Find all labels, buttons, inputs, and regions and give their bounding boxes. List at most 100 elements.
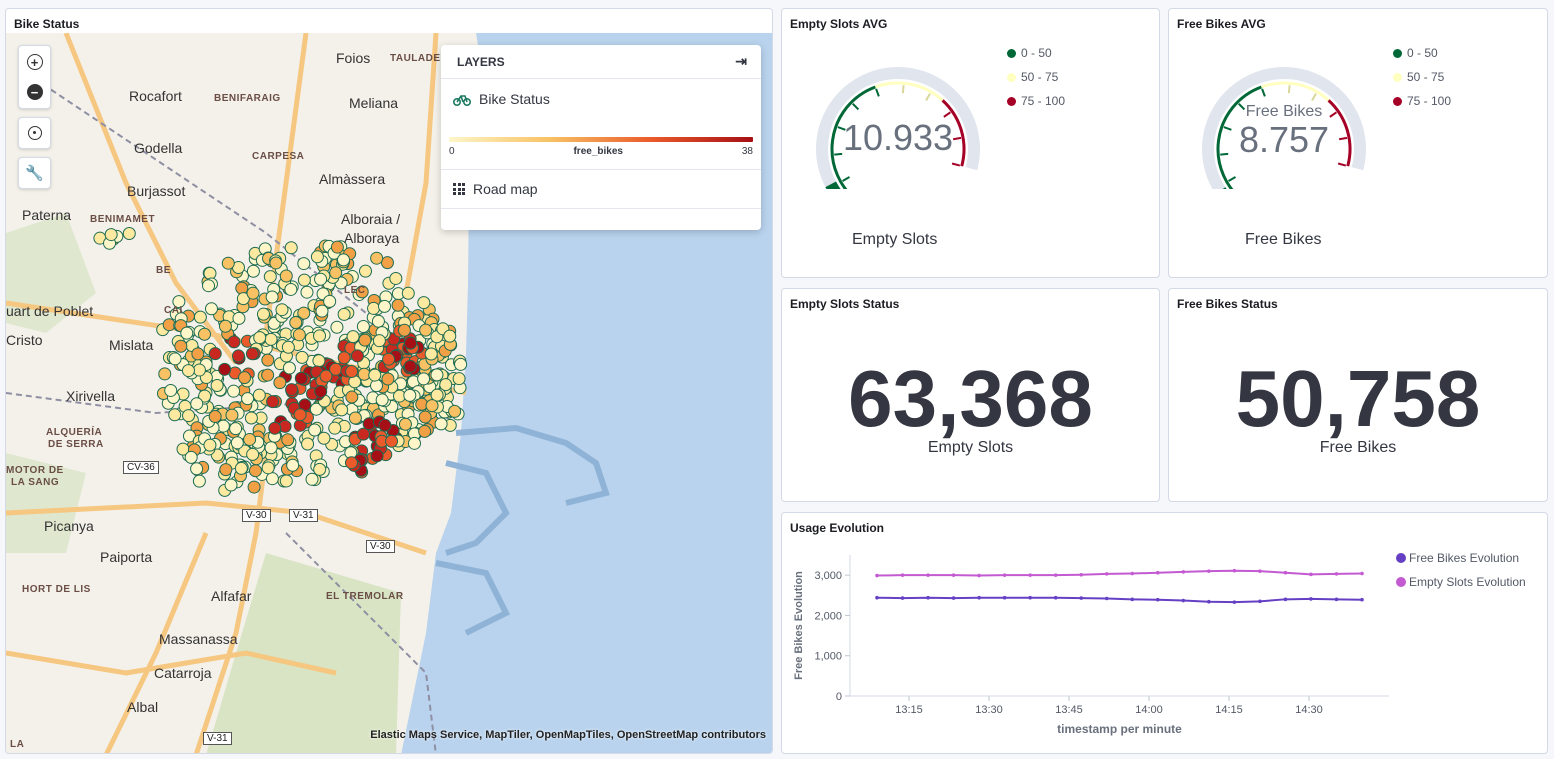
- bike-station-marker[interactable]: [323, 294, 337, 308]
- bike-station-marker[interactable]: [358, 333, 372, 347]
- data-point[interactable]: [1334, 597, 1339, 602]
- bike-station-marker[interactable]: [246, 447, 260, 461]
- bike-station-marker[interactable]: [266, 395, 280, 409]
- bike-station-marker[interactable]: [398, 417, 412, 431]
- bike-station-marker[interactable]: [264, 441, 278, 455]
- bike-station-marker[interactable]: [418, 424, 432, 438]
- bike-station-marker[interactable]: [232, 311, 246, 325]
- bike-station-marker[interactable]: [370, 449, 384, 463]
- data-point[interactable]: [875, 595, 879, 600]
- legend-label[interactable]: Free Bikes Evolution: [1409, 551, 1519, 565]
- data-point[interactable]: [1207, 599, 1211, 604]
- data-point[interactable]: [1309, 597, 1313, 601]
- bike-station-marker[interactable]: [265, 472, 279, 486]
- data-point[interactable]: [1028, 573, 1032, 577]
- bike-station-marker[interactable]: [181, 364, 195, 378]
- layer-item-bike-status[interactable]: Bike Status: [441, 79, 761, 119]
- bike-station-marker[interactable]: [292, 328, 306, 342]
- bike-station-marker[interactable]: [297, 273, 311, 287]
- bike-station-marker[interactable]: [358, 264, 372, 278]
- zoom-in-icon[interactable]: +: [26, 54, 43, 70]
- bike-station-marker[interactable]: [238, 371, 252, 385]
- bike-station-marker[interactable]: [314, 272, 328, 286]
- bike-station-marker[interactable]: [346, 330, 360, 344]
- data-point[interactable]: [1309, 572, 1313, 577]
- bike-station-marker[interactable]: [452, 372, 466, 386]
- bike-station-marker[interactable]: [253, 331, 267, 345]
- data-point[interactable]: [1283, 597, 1288, 602]
- locate-button[interactable]: [18, 117, 51, 149]
- bike-station-marker[interactable]: [391, 298, 405, 312]
- bike-station-marker[interactable]: [397, 323, 411, 337]
- bike-station-marker[interactable]: [389, 271, 403, 285]
- legend-item[interactable]: 50 - 75: [1393, 65, 1451, 89]
- bike-station-marker[interactable]: [227, 384, 241, 398]
- bike-station-marker[interactable]: [231, 349, 245, 363]
- bike-station-marker[interactable]: [210, 379, 224, 393]
- bike-station-marker[interactable]: [337, 307, 351, 321]
- legend-swatch[interactable]: [1396, 553, 1406, 563]
- data-point[interactable]: [1258, 599, 1262, 604]
- bike-station-marker[interactable]: [234, 461, 248, 475]
- bike-station-marker[interactable]: [256, 307, 270, 321]
- bike-station-marker[interactable]: [319, 369, 333, 383]
- bike-station-marker[interactable]: [246, 286, 260, 300]
- bike-station-marker[interactable]: [218, 362, 232, 376]
- data-point[interactable]: [1079, 572, 1084, 577]
- usage-line-chart[interactable]: 0 1,000 2,000 3,000 13:15 13:30 13:45 14:00 14:1…: [782, 513, 1548, 754]
- legend-swatch[interactable]: [1396, 577, 1406, 587]
- bike-station-marker[interactable]: [275, 303, 289, 317]
- data-point[interactable]: [1155, 597, 1160, 602]
- bike-station-marker[interactable]: [372, 334, 386, 348]
- bike-station-marker[interactable]: [208, 347, 222, 361]
- bike-station-marker[interactable]: [289, 315, 303, 329]
- bike-station-marker[interactable]: [443, 329, 457, 343]
- bike-station-marker[interactable]: [279, 269, 293, 283]
- bike-station-marker[interactable]: [202, 279, 216, 293]
- bike-station-marker[interactable]: [419, 323, 433, 337]
- bike-station-marker[interactable]: [403, 359, 417, 373]
- bike-station-marker[interactable]: [345, 390, 359, 404]
- data-point[interactable]: [1130, 597, 1135, 602]
- bike-station-marker[interactable]: [164, 383, 178, 397]
- layer-item-road-map[interactable]: Road map: [441, 170, 761, 208]
- data-point[interactable]: [977, 595, 981, 600]
- bike-station-marker[interactable]: [273, 376, 287, 390]
- bike-station-marker[interactable]: [248, 464, 262, 478]
- bike-station-marker[interactable]: [295, 350, 309, 364]
- bike-station-marker[interactable]: [286, 458, 300, 472]
- tools-button[interactable]: 🔧: [18, 157, 51, 189]
- bike-station-marker[interactable]: [219, 463, 233, 477]
- bike-station-marker[interactable]: [367, 301, 381, 315]
- bike-station-marker[interactable]: [328, 421, 342, 435]
- bike-station-marker[interactable]: [229, 422, 243, 436]
- bike-station-marker[interactable]: [225, 408, 239, 422]
- bike-station-marker[interactable]: [308, 423, 322, 437]
- legend-item[interactable]: 0 - 50: [1007, 41, 1065, 65]
- bike-station-marker[interactable]: [300, 285, 314, 299]
- bike-station-marker[interactable]: [404, 336, 418, 350]
- data-point[interactable]: [1155, 570, 1160, 575]
- data-point[interactable]: [926, 595, 930, 600]
- data-point[interactable]: [977, 573, 981, 578]
- bike-station-marker[interactable]: [424, 347, 438, 361]
- bike-station-marker[interactable]: [122, 226, 136, 240]
- bike-station-marker[interactable]: [407, 436, 421, 450]
- bike-station-marker[interactable]: [261, 353, 275, 367]
- bike-station-marker[interactable]: [454, 357, 468, 371]
- bike-station-marker[interactable]: [434, 417, 448, 431]
- bike-station-marker[interactable]: [336, 253, 350, 267]
- bike-station-marker[interactable]: [269, 256, 283, 270]
- bike-station-marker[interactable]: [297, 257, 311, 271]
- map-attribution[interactable]: Elastic Maps Service, MapTiler, OpenMapT…: [370, 729, 766, 741]
- bike-station-marker[interactable]: [241, 392, 255, 406]
- data-point[interactable]: [926, 573, 930, 577]
- bike-station-marker[interactable]: [314, 384, 328, 398]
- bike-station-marker[interactable]: [305, 472, 319, 486]
- bike-station-marker[interactable]: [430, 368, 444, 382]
- legend-item[interactable]: 75 - 100: [1393, 89, 1451, 113]
- bike-station-marker[interactable]: [243, 432, 257, 446]
- bike-station-marker[interactable]: [261, 461, 275, 475]
- data-point[interactable]: [1232, 600, 1237, 604]
- bike-station-marker[interactable]: [190, 462, 204, 476]
